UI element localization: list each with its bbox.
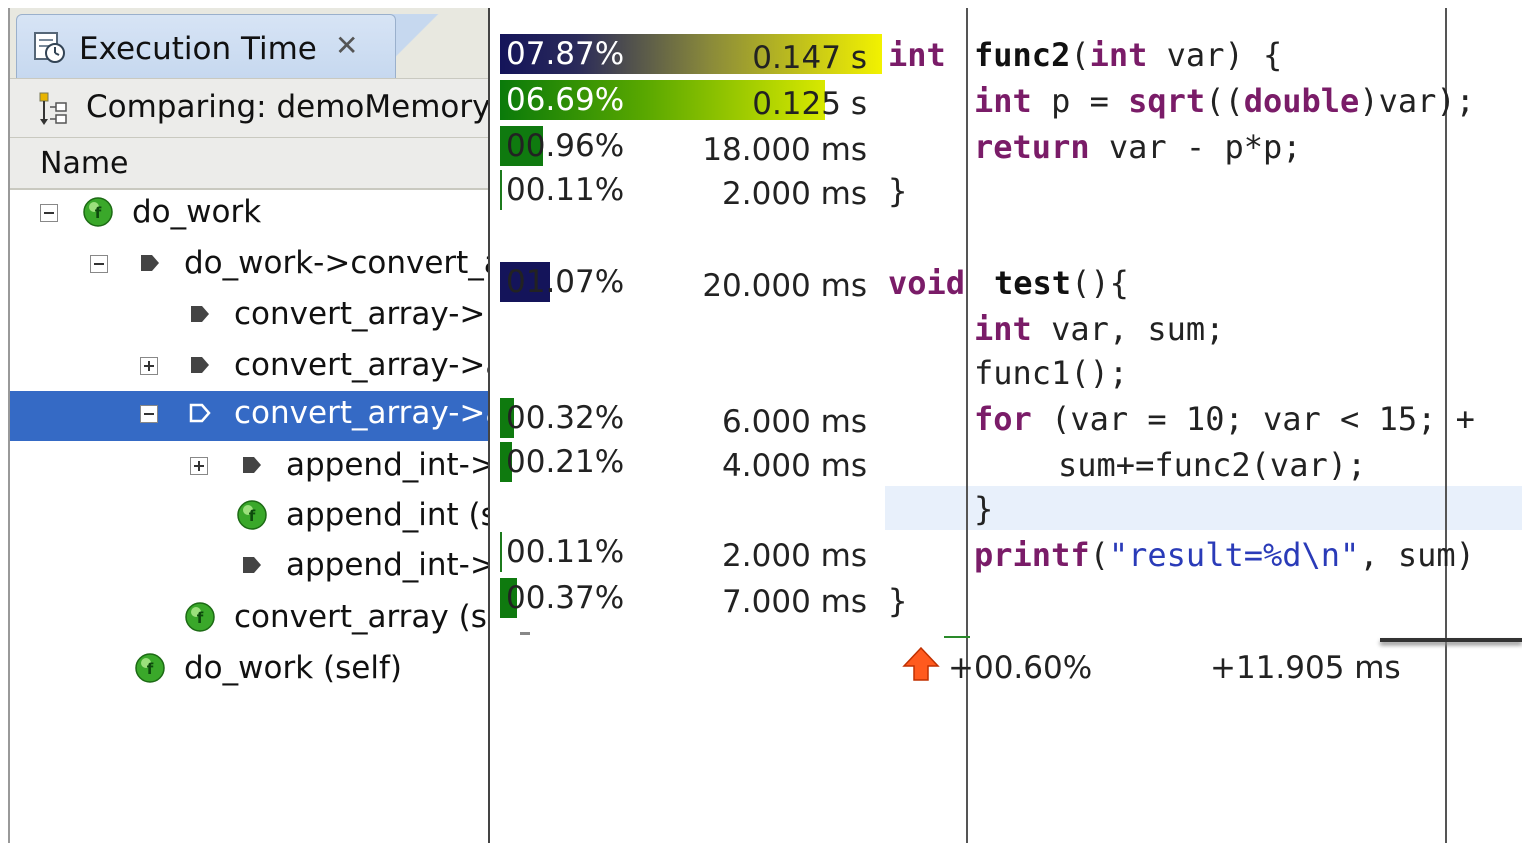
tree-row[interactable]: append_int-> [10,543,490,593]
tree-row[interactable]: f do_work [10,190,490,240]
stopwatch-icon [34,32,65,63]
tree-row[interactable]: f do_work (self) [10,646,490,696]
scroll-mark [520,632,530,635]
code-divider [966,8,968,843]
compare-icon [39,92,67,125]
code-line-3: return var - p*p; [974,128,1302,166]
metric-bar [500,170,502,210]
tree-row-label: convert_array->a [234,347,490,383]
call-arrow-icon [191,357,209,373]
code-line-5: void test(){ [888,264,1129,302]
metric-percent: 01.07% [506,264,625,300]
function-green-icon: f [135,653,165,683]
metrics-panel: 07.87% 0.147 s 06.69% 0.125 s 00.96% 18.000 m… [488,8,887,843]
metric-row: 00.32% 6.000 ms [490,396,887,440]
svg-text:f: f [197,609,204,627]
comparison-bar: Comparing: demoMemoryI [10,78,490,138]
metric-percent: 00.11% [506,172,625,208]
svg-text:f: f [95,204,102,222]
tree-row-label: append_int-> [286,447,490,483]
metric-time: 0.147 s [752,40,867,76]
svg-text:f: f [249,507,256,525]
svg-text:f: f [147,660,154,678]
name-column-header[interactable]: Name [10,138,490,190]
expand-icon[interactable] [190,457,208,475]
tree-row[interactable]: convert_array->i [10,292,490,342]
metric-time: 7.000 ms [722,584,867,620]
tab-execution-time[interactable]: Execution Time ✕ [16,14,396,79]
metric-time: 18.000 ms [702,132,867,168]
tree-row-label: convert_array->i [234,296,490,332]
metric-percent: 07.87% [506,36,625,72]
tree-row-label: do_work [132,194,262,230]
name-header-label: Name [40,146,129,181]
function-green-icon: f [237,500,267,530]
metric-percent: 00.32% [506,400,625,436]
code-line-2: int p = sqrt((double)var); [974,82,1475,120]
tree-row-label: convert_array (se [234,599,490,635]
increase-arrow-icon [902,646,940,681]
code-line-1: int func2(int var) { [888,36,1283,74]
tree-row-label: do_work (self) [184,650,402,686]
metric-time: 0.125 s [752,86,867,122]
tree-row-label: append_int (s [286,497,490,533]
metric-row: 00.96% 18.000 ms [490,124,887,168]
function-green-icon: f [185,602,215,632]
metric-row: 07.87% 0.147 s [490,32,887,76]
metric-row: 00.21% 4.000 ms [490,440,887,484]
summary-time: +11.905 ms [1210,650,1401,686]
metric-time: 2.000 ms [722,538,867,574]
code-line-7: func1(); [974,354,1129,392]
metric-row: 01.07% 20.000 ms [490,260,887,304]
metric-time: 2.000 ms [722,176,867,212]
code-line-10: } [974,490,994,528]
metric-percent: 06.69% [506,82,625,118]
call-arrow-icon [141,255,159,271]
collapse-icon[interactable] [40,204,58,222]
tree-row[interactable]: f append_int (s [10,493,490,543]
collapse-icon[interactable] [140,405,158,423]
metric-percent: 00.37% [506,580,625,616]
tree-row-label: convert_array->a [234,395,490,431]
tree-row[interactable]: convert_array->a [10,391,490,441]
tree-row[interactable]: do_work->convert_a [10,241,490,291]
tab-title: Execution Time [79,31,317,67]
metric-row: 06.69% 0.125 s [490,78,887,122]
separator-shadow [1380,638,1522,642]
code-line-12: } [888,582,908,620]
metric-percent: 00.11% [506,534,625,570]
code-line-11: printf("result=%d\n", sum) [974,536,1475,574]
call-arrow-icon [243,557,261,573]
code-line-8: for (var = 10; var < 15; + [974,400,1475,438]
collapse-icon[interactable] [90,255,108,273]
metric-bar [500,532,502,572]
metric-percent: 00.96% [506,128,625,164]
code-line-6: int var, sum; [974,310,1225,348]
expand-icon[interactable] [140,357,158,375]
tree-row[interactable]: convert_array->a [10,343,490,393]
summary-percent: +00.60% [948,650,1093,686]
metric-time: 6.000 ms [722,404,867,440]
metric-time: 20.000 ms [702,268,867,304]
tree-row-label: do_work->convert_a [184,245,490,281]
metric-row: 00.11% 2.000 ms [490,530,887,574]
code-line-9: sum+=func2(var); [1058,446,1367,484]
call-arrow-icon [243,457,261,473]
close-icon[interactable]: ✕ [335,29,358,62]
metric-row: 00.37% 7.000 ms [490,576,887,620]
metric-time: 4.000 ms [722,448,867,484]
call-arrow-outline-icon [189,403,211,423]
tree-row[interactable]: f convert_array (se [10,595,490,645]
call-tree-panel: Execution Time ✕ Comparing: demoMemoryI … [8,8,490,843]
marker-tick [944,636,970,638]
call-arrow-icon [191,306,209,322]
tree-row-label: append_int-> [286,547,490,583]
comparison-label: Comparing: demoMemoryI [86,89,490,125]
metric-row: 00.11% 2.000 ms [490,168,887,212]
code-line-4: } [888,172,908,210]
metric-percent: 00.21% [506,444,625,480]
tree-row[interactable]: append_int-> [10,443,490,493]
function-green-icon: f [83,197,113,227]
